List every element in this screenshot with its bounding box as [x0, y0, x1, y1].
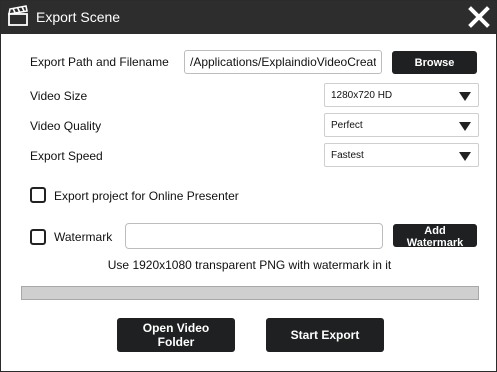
- chevron-down-icon: [459, 92, 471, 101]
- watermark-checkbox[interactable]: [30, 229, 46, 245]
- export-speed-value: Fastest: [331, 150, 364, 161]
- export-path-label: Export Path and Filename: [30, 55, 169, 69]
- video-size-label: Video Size: [30, 89, 88, 103]
- video-quality-value: Perfect: [331, 120, 363, 131]
- close-icon[interactable]: [468, 6, 490, 28]
- watermark-hint: Use 1920x1080 transparent PNG with water…: [107, 258, 392, 272]
- window-title: Export Scene: [36, 9, 121, 25]
- browse-button[interactable]: Browse: [392, 51, 477, 74]
- video-size-select[interactable]: 1280x720 HD: [324, 83, 479, 107]
- export-path-input[interactable]: [184, 50, 382, 74]
- add-watermark-button[interactable]: Add Watermark: [393, 224, 477, 249]
- export-scene-dialog: Export Scene Export Path and Filename Br…: [0, 0, 497, 372]
- online-presenter-checkbox[interactable]: [30, 187, 46, 203]
- export-speed-select[interactable]: Fastest: [324, 143, 479, 167]
- watermark-label: Watermark: [54, 230, 113, 244]
- watermark-input[interactable]: [125, 223, 383, 249]
- online-presenter-label: Export project for Online Presenter: [54, 189, 239, 203]
- export-speed-label: Export Speed: [30, 149, 103, 163]
- title-bar: Export Scene: [1, 1, 496, 34]
- clapperboard-icon: [7, 5, 28, 26]
- video-size-value: 1280x720 HD: [331, 90, 393, 101]
- video-quality-select[interactable]: Perfect: [324, 113, 479, 137]
- chevron-down-icon: [459, 152, 471, 161]
- chevron-down-icon: [459, 122, 471, 131]
- start-export-button[interactable]: Start Export: [266, 318, 384, 352]
- export-progress-bar: [21, 286, 479, 300]
- open-video-folder-button[interactable]: Open Video Folder: [117, 318, 235, 352]
- video-quality-label: Video Quality: [30, 119, 102, 133]
